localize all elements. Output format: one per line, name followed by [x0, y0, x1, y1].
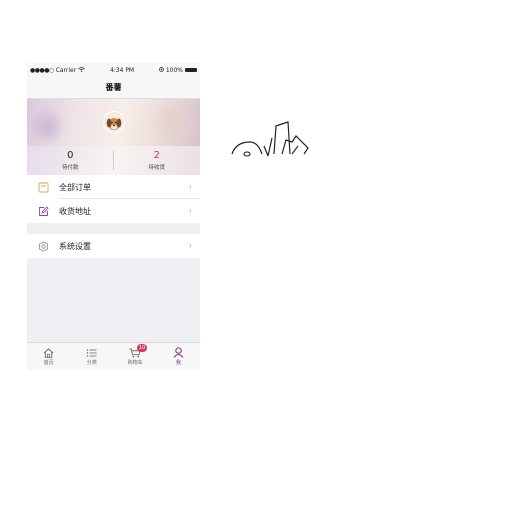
menu-item-address[interactable]: 收货地址 › [27, 199, 200, 223]
wifi-icon [78, 66, 85, 74]
tab-label: 我 [175, 360, 181, 366]
tab-bar: 首页 分类 10 购物车 我 [27, 342, 200, 370]
status-time: 4:34 PM [109, 66, 135, 74]
menu-item-settings[interactable]: 系统设置 › [27, 234, 200, 258]
list-icon [87, 348, 97, 357]
menu-group-settings: 系统设置 › [27, 234, 200, 258]
menu-item-label: 全部订单 [59, 182, 91, 192]
header-bokeh-left [27, 107, 67, 145]
header-bokeh-right [150, 99, 200, 145]
tab-label: 购物车 [127, 359, 143, 366]
order-stats: 0 待付款 2 待收货 [27, 146, 200, 175]
stat-label: 待收货 [148, 165, 165, 171]
stat-label: 待付款 [61, 165, 79, 171]
sketch-illustration [231, 121, 309, 157]
chevron-right-icon: › [188, 206, 192, 215]
tab-label: 首页 [43, 359, 54, 366]
stats-divider [113, 151, 114, 170]
nav-bar: 番薯 [27, 77, 200, 99]
profile-header [27, 99, 200, 146]
menu-item-label: 收货地址 [59, 206, 91, 216]
carrier-label: Carrier [55, 66, 77, 74]
gear-icon [37, 240, 49, 252]
tab-label: 分类 [86, 359, 97, 366]
status-left: ●●●●○ Carrier [30, 67, 85, 74]
status-bar: ●●●●○ Carrier 4:34 PM 100% [27, 63, 200, 77]
home-icon [43, 347, 54, 358]
menu-item-label: 系统设置 [59, 241, 91, 251]
stat-pending-payment[interactable]: 0 待付款 [27, 146, 114, 175]
tab-cart[interactable]: 10 购物车 [114, 343, 157, 370]
bag-icon [37, 181, 49, 193]
signal-icon: ●●●●○ [30, 66, 54, 74]
phone-screen: ●●●●○ Carrier 4:34 PM 100% 番薯 0 待付款 2 待收… [27, 63, 200, 370]
tab-home[interactable]: 首页 [27, 343, 70, 370]
avatar[interactable] [103, 111, 125, 133]
chevron-right-icon: › [188, 241, 192, 250]
dog-avatar-icon [104, 112, 124, 132]
menu-group-orders: 全部订单 › 收货地址 › [27, 175, 200, 223]
battery-icon [185, 68, 197, 72]
tab-category[interactable]: 分类 [70, 343, 113, 370]
stat-value: 0 [67, 150, 74, 161]
tab-me[interactable]: 我 [157, 343, 200, 370]
stat-pending-receipt[interactable]: 2 待收货 [114, 146, 201, 175]
status-right: 100% [158, 66, 197, 74]
page-title: 番薯 [105, 83, 122, 92]
battery-percent: 100% [165, 66, 183, 74]
stat-value: 2 [153, 150, 160, 161]
chevron-right-icon: › [188, 182, 192, 191]
person-icon [173, 347, 184, 358]
section-gap [27, 223, 200, 234]
edit-icon [37, 205, 49, 217]
menu-item-all-orders[interactable]: 全部订单 › [27, 175, 200, 199]
rotation-lock-icon [158, 66, 164, 74]
cart-badge: 10 [137, 344, 148, 352]
